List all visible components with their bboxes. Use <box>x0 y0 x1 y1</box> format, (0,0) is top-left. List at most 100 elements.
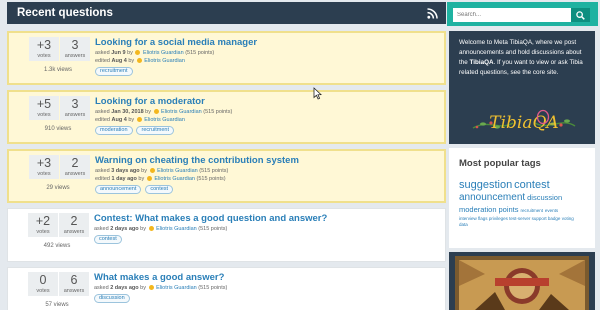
tag-chip[interactable]: contest <box>94 235 122 244</box>
question-list: +3 votes 3 answers 1.3k views Looking fo… <box>7 31 446 310</box>
tag-cloud-link[interactable]: recruitment <box>520 208 543 213</box>
question-item: +3 votes 2 answers 29 views Warning on c… <box>7 149 446 203</box>
question-item: +2 votes 2 answers 492 views Contest: Wh… <box>7 208 446 262</box>
user-points: (515 points) <box>199 168 229 174</box>
tag-cloud-link[interactable]: events <box>545 208 558 213</box>
tag-cloud-link[interactable]: test-server <box>509 216 530 221</box>
question-title-link[interactable]: Warning on cheating the contribution sys… <box>95 155 440 167</box>
user-link[interactable]: Eliotris Guardian <box>154 176 195 182</box>
asked-date[interactable]: 3 days ago <box>111 168 139 174</box>
user-level-icon <box>136 116 142 122</box>
welcome-text: Welcome to Meta TibiaQA, where we post a… <box>459 38 589 78</box>
question-title-link[interactable]: What makes a good answer? <box>94 272 441 284</box>
promo-banner[interactable] <box>449 252 595 310</box>
tag-cloud-link[interactable]: privileges <box>489 216 508 221</box>
answer-label: answers <box>63 229 85 235</box>
edited-date[interactable]: 1 day ago <box>112 176 137 182</box>
asked-date[interactable]: Jan 30, 2018 <box>111 109 143 115</box>
user-link[interactable]: Eliotris Guardian <box>144 117 185 123</box>
question-body: Warning on cheating the contribution sys… <box>95 155 440 194</box>
user-link[interactable]: Eliotris Guardian <box>156 226 197 232</box>
vote-label: votes <box>36 229 50 235</box>
edited-prefix: edited <box>95 117 110 123</box>
question-body: Looking for a moderator asked Jan 30, 20… <box>95 96 440 135</box>
edited-meta: edited Aug 4 by Eliotris Guardian <box>95 116 185 123</box>
question-title-link[interactable]: Looking for a social media manager <box>95 37 440 49</box>
vote-label: votes <box>37 171 51 177</box>
tag-chip[interactable]: announcement <box>95 185 142 194</box>
tag-chip[interactable]: moderation <box>95 126 133 135</box>
answer-count-box[interactable]: 6 answers <box>59 272 89 296</box>
tag-chip[interactable]: recruitment <box>136 126 174 135</box>
tibiaqa-logo: TibiaQA <box>472 109 576 133</box>
vote-count: 0 <box>39 273 47 287</box>
edited-date[interactable]: Aug 4 <box>112 58 127 64</box>
edited-date[interactable]: Aug 4 <box>112 117 127 123</box>
view-count: 492 views <box>43 243 71 249</box>
answer-count: 3 <box>71 38 79 52</box>
user-link[interactable]: Eliotris Guardian <box>143 50 184 56</box>
asked-prefix: asked <box>94 226 109 232</box>
question-item: +3 votes 3 answers 1.3k views Looking fo… <box>7 31 446 85</box>
rss-icon[interactable] <box>427 7 438 19</box>
tag-list: discussion <box>94 294 441 303</box>
user-points: (515 points) <box>185 50 215 56</box>
answer-count-box[interactable]: 3 answers <box>60 37 90 61</box>
user-points: (515 points) <box>203 109 233 115</box>
asked-date[interactable]: 2 days ago <box>110 285 138 291</box>
tag-chip[interactable]: recruitment <box>95 67 133 76</box>
question-body: Contest: What makes a good question and … <box>94 213 441 244</box>
tag-cloud: suggestion contest announcement discussi… <box>459 180 589 228</box>
answer-count: 6 <box>70 273 78 287</box>
vote-label: votes <box>37 53 51 59</box>
tag-cloud-link[interactable]: support <box>532 216 547 221</box>
vote-count-box: 0 votes <box>28 272 58 296</box>
answer-count: 2 <box>71 156 79 170</box>
search-button[interactable] <box>571 8 590 22</box>
user-points: (515 points) <box>198 226 228 232</box>
asked-meta: asked 3 days ago by Eliotris Guardian (5… <box>95 167 229 174</box>
tag-cloud-link[interactable]: announcement <box>459 192 525 203</box>
user-link[interactable]: Eliotris Guardian <box>157 168 198 174</box>
vote-count: +3 <box>36 38 52 52</box>
question-item: 0 votes 6 answers 57 views What makes a … <box>7 267 446 310</box>
answer-label: answers <box>64 112 86 118</box>
answer-count-box[interactable]: 3 answers <box>60 96 90 120</box>
asked-prefix: asked <box>95 109 110 115</box>
user-link[interactable]: Eliotris Guardian <box>161 109 202 115</box>
view-count: 910 views <box>44 126 72 132</box>
tag-cloud-link[interactable]: suggestion <box>459 179 512 191</box>
asked-date[interactable]: 2 days ago <box>110 226 138 232</box>
tag-cloud-link[interactable]: discussion <box>527 193 562 202</box>
tag-chip[interactable]: contest <box>145 185 174 194</box>
tag-cloud-link[interactable]: badge <box>548 216 561 221</box>
tag-cloud-link[interactable]: contest <box>514 179 549 191</box>
answer-count-box[interactable]: 2 answers <box>59 213 89 237</box>
tag-cloud-link[interactable]: voting <box>562 216 574 221</box>
answer-label: answers <box>64 171 86 177</box>
tag-cloud-link[interactable]: data <box>459 222 468 227</box>
user-link[interactable]: Eliotris Guardian <box>144 58 185 64</box>
tag-cloud-link[interactable]: moderation <box>459 205 497 214</box>
user-level-icon <box>135 49 141 55</box>
edited-prefix: edited <box>95 176 110 182</box>
tag-cloud-link[interactable]: flags <box>478 216 488 221</box>
user-link[interactable]: Eliotris Guardian <box>156 285 197 291</box>
user-points: (515 points) <box>196 176 226 182</box>
edited-meta: edited Aug 4 by Eliotris Guardian <box>95 57 185 64</box>
search-input[interactable] <box>453 8 571 22</box>
section-header: Recent questions <box>7 2 446 24</box>
tag-cloud-link[interactable]: points <box>498 205 518 214</box>
tag-chip[interactable]: discussion <box>94 294 130 303</box>
asked-date[interactable]: Jun 9 <box>111 50 125 56</box>
answer-count: 2 <box>70 214 78 228</box>
answer-count-box[interactable]: 2 answers <box>60 155 90 179</box>
question-title-link[interactable]: Looking for a moderator <box>95 96 440 108</box>
vote-count-box: +5 votes <box>29 96 59 120</box>
question-title-link[interactable]: Contest: What makes a good question and … <box>94 213 441 225</box>
tag-cloud-link[interactable]: interview <box>459 216 477 221</box>
user-points: (515 points) <box>198 285 228 291</box>
edited-prefix: edited <box>95 58 110 64</box>
asked-prefix: asked <box>95 168 110 174</box>
asked-meta: asked Jan 30, 2018 by Eliotris Guardian … <box>95 108 233 115</box>
